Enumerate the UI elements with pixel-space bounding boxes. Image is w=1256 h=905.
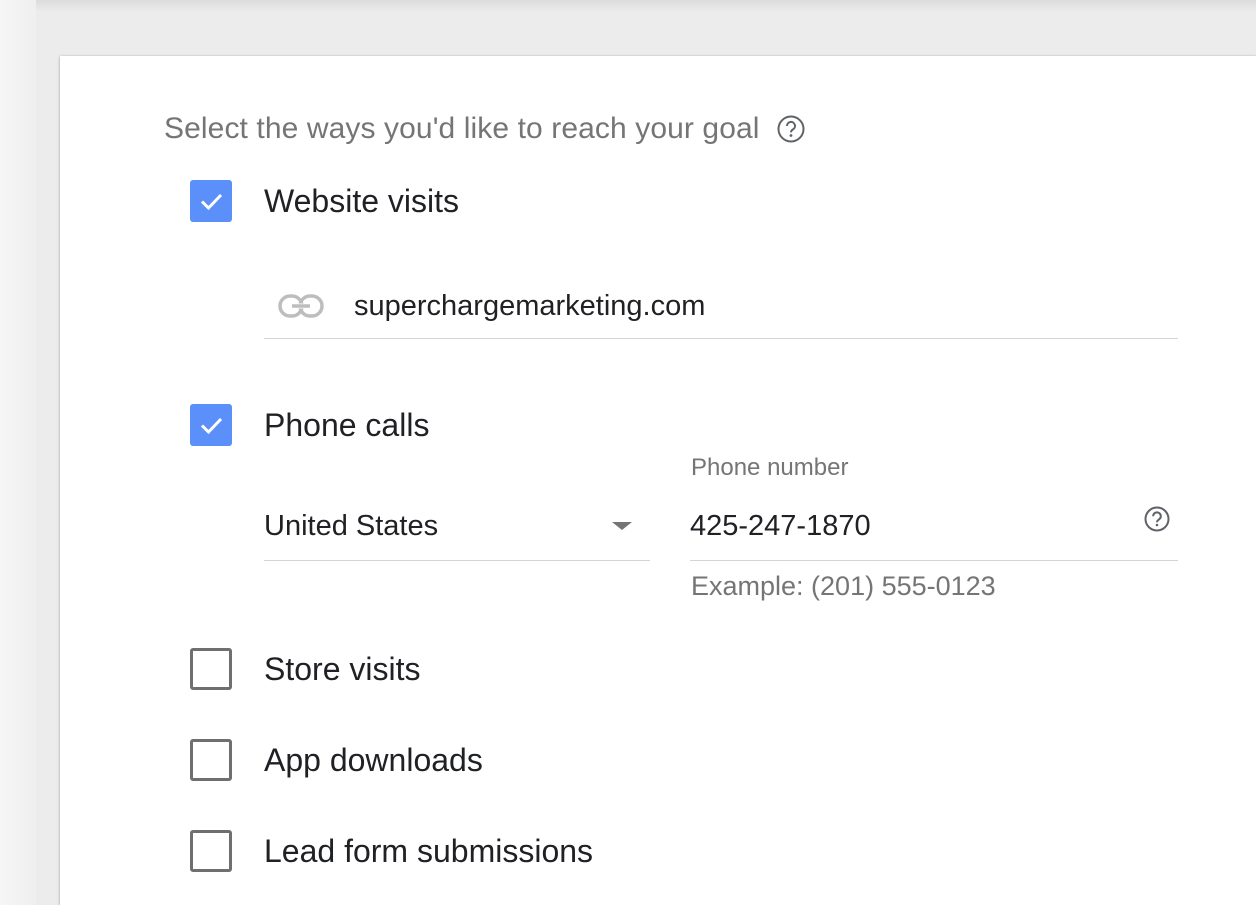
app-downloads-label: App downloads	[264, 741, 483, 778]
lead-form-submissions-checkbox[interactable]	[190, 830, 232, 872]
dropdown-arrow-icon	[612, 522, 632, 530]
phone-number-field[interactable]: 425-247-1870	[690, 492, 1178, 561]
phone-number-value: 425-247-1870	[690, 509, 871, 542]
store-visits-checkbox[interactable]	[190, 648, 232, 690]
phone-calls-checkbox[interactable]	[190, 404, 232, 446]
option-app-downloads: App downloads	[190, 739, 483, 781]
title-row: Select the ways you'd like to reach your…	[164, 112, 806, 146]
option-store-visits: Store visits	[190, 648, 420, 690]
website-url-value: superchargemarketing.com	[354, 289, 706, 322]
left-strip	[0, 0, 36, 905]
phone-calls-label: Phone calls	[264, 406, 430, 443]
website-visits-checkbox[interactable]	[190, 180, 232, 222]
website-url-field[interactable]: superchargemarketing.com	[264, 274, 1178, 339]
app-downloads-checkbox[interactable]	[190, 739, 232, 781]
option-website-visits: Website visits	[190, 180, 459, 222]
store-visits-label: Store visits	[264, 650, 421, 687]
country-value: United States	[264, 509, 439, 542]
phone-help-icon[interactable]	[1142, 504, 1172, 534]
goal-card: Select the ways you'd like to reach your…	[60, 56, 1256, 905]
page-title: Select the ways you'd like to reach your…	[164, 112, 760, 145]
top-bar	[0, 0, 1256, 12]
website-visits-label: Website visits	[264, 182, 460, 219]
lead-form-submissions-label: Lead form submissions	[264, 832, 594, 869]
phone-number-label: Phone number	[691, 454, 849, 481]
country-select[interactable]: United States	[264, 492, 650, 561]
option-phone-calls: Phone calls	[190, 404, 429, 446]
checkmark-icon	[200, 417, 223, 435]
option-lead-form-submissions: Lead form submissions	[190, 830, 593, 872]
phone-example-hint: Example: (201) 555-0123	[691, 571, 996, 601]
link-icon	[278, 294, 324, 318]
checkmark-icon	[200, 193, 223, 211]
help-icon[interactable]	[776, 114, 806, 144]
